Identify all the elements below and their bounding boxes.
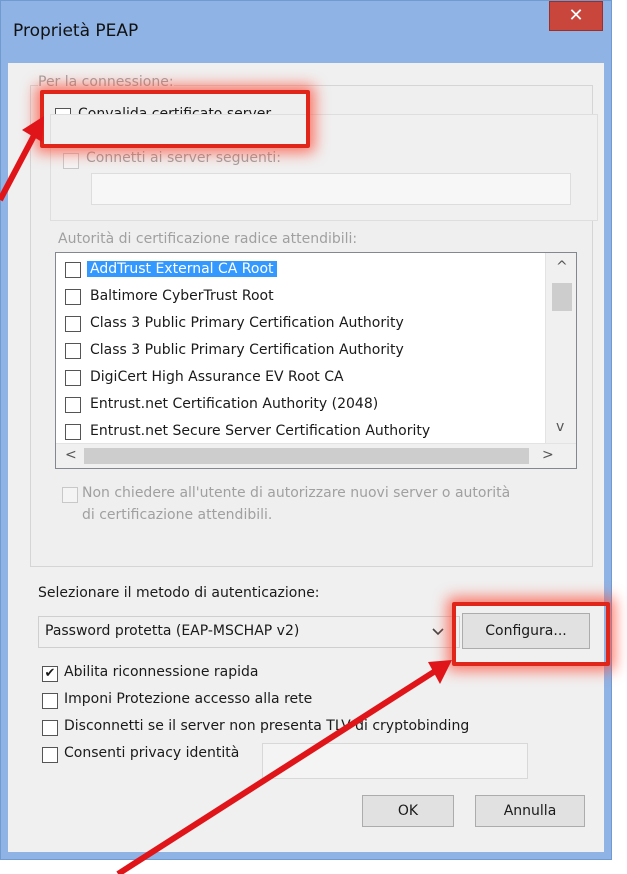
annotation-arrow-line (0, 126, 41, 202)
annotation-arrow-line (116, 665, 442, 874)
annotation-arrows (0, 116, 452, 874)
